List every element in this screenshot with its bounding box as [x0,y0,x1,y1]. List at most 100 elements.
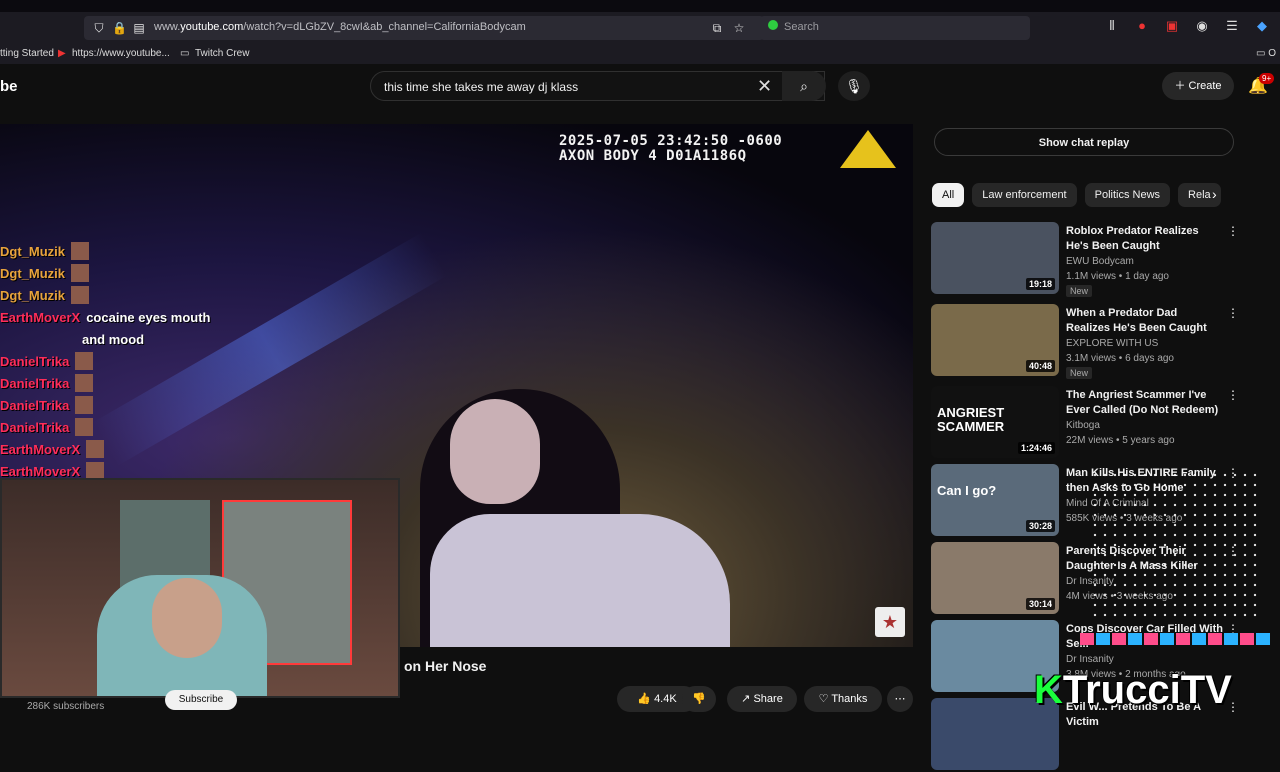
chat-username: DanielTrika [0,397,70,413]
create-button[interactable]: ＋ Create [1162,72,1234,100]
address-bar[interactable]: ⛉ 🔒 ▤ www.youtube.com/watch?v=dLGbZV_8cw… [84,16,764,40]
bookmark-getting-started[interactable]: tting Started [0,48,54,59]
more-actions-button[interactable]: ⋯ [887,686,913,712]
search-button[interactable]: ⌕ [782,71,826,101]
subscribe-button[interactable]: Subscribe [165,690,237,710]
extension-red-icon[interactable]: ● [1134,18,1150,34]
chat-username: EarthMoverX [0,309,81,325]
youtube-search-input[interactable]: this time she takes me away dj klass ✕ [370,71,825,101]
video-thumbnail[interactable]: ANGRIEST SCAMMER 1:24:46 [931,386,1059,458]
chat-message-text: and mood [82,331,145,347]
search-query[interactable]: this time she takes me away dj klass [384,80,578,94]
extension-badge-icon[interactable]: ▣ [1164,18,1180,34]
video-title: on Her Nose [404,658,487,674]
recommended-video-title[interactable]: When a Predator Dad Realizes He's Been C… [1066,306,1224,336]
recommended-video[interactable]: 19:18 Roblox Predator Realizes He's Been … [931,222,1239,297]
thanks-icon: ♡ [818,693,829,705]
translate-icon[interactable]: ⧉ [710,21,724,35]
filter-chips: All Law enforcement Politics News Rela [932,183,1221,207]
video-duration: 30:28 [1025,520,1055,532]
bookmark-youtube[interactable]: https://www.youtube... [72,48,170,59]
browser-search-field[interactable]: Search [760,16,1030,40]
overlay-dot-pattern [1090,470,1260,620]
chat-emote-icon [86,440,105,458]
url-text[interactable]: www.youtube.com/watch?v=dLGbZV_8cwI&ab_c… [154,21,526,33]
chat-message: EarthMoverX cocaine eyes mouth [0,306,210,328]
chat-username: DanielTrika [0,419,70,435]
more-options-icon[interactable]: ⋮ [1227,388,1239,402]
library-icon[interactable]: ⫴ [1104,18,1120,34]
video-subject-body [430,514,730,647]
new-badge: New [1066,285,1093,297]
thanks-button[interactable]: ♡ Thanks [804,686,882,712]
chat-message: DanielTrika [0,350,210,372]
video-duration: 1:24:46 [1017,442,1055,454]
chip-politics-news[interactable]: Politics News [1084,183,1171,207]
chip-all[interactable]: All [932,183,965,207]
thumbnail-text: Can I go? [937,483,997,498]
lock-icon[interactable]: 🔒 [112,21,127,35]
recommended-channel-name[interactable]: EWU Bodycam [1066,256,1134,267]
recommended-channel-name[interactable]: Dr Insanity [1066,654,1114,665]
chat-username: Dgt_Muzik [0,287,65,303]
chat-username: EarthMoverX [0,463,81,479]
video-thumbnail[interactable]: 30:14 [931,542,1059,614]
browser-toolbar: ⛉ 🔒 ▤ www.youtube.com/watch?v=dLGbZV_8cw… [0,0,1280,64]
recommended-channel-name[interactable]: Kitboga [1066,420,1100,431]
video-thumbnail[interactable]: Can I go? 30:28 [931,464,1059,536]
page-icon[interactable]: ▤ [132,21,146,35]
extension-blue-icon[interactable]: ◆ [1254,18,1270,34]
thumbs-down-icon: 👎 [692,693,706,705]
subscriber-count: 286K subscribers [27,701,105,712]
chevron-right-icon[interactable]: › [1212,186,1217,202]
streamer-head [152,578,222,658]
more-icon: ⋯ [894,693,906,705]
chat-username: DanielTrika [0,353,70,369]
recommended-video[interactable]: 40:48 When a Predator Dad Realizes He's B… [931,304,1239,379]
account-icon[interactable]: ◉ [1194,18,1210,34]
channel-watermark-icon[interactable]: ★ [875,607,905,637]
recommended-video[interactable]: ANGRIEST SCAMMER 1:24:46 The Angriest Scam… [931,386,1239,460]
axon-logo-icon [840,130,896,168]
video-thumbnail[interactable]: 19:18 [931,222,1059,294]
truccitv-logo: KTrucciTV [1034,668,1232,712]
chat-emote-icon [75,396,94,414]
recommended-video-title[interactable]: Roblox Predator Realizes He's Been Caugh… [1066,224,1224,254]
chat-message: Dgt_Muzik [0,284,210,306]
video-duration: 30:14 [1025,598,1055,610]
chat-emote-icon [71,286,89,304]
dislike-button[interactable]: 👎 [682,686,716,712]
chat-username: Dgt_Muzik [0,265,65,281]
chat-emote-icon [75,418,94,436]
chat-emote-icon [71,242,89,260]
streamer-webcam [0,478,400,698]
voice-search-button[interactable]: 🎙 [838,71,870,101]
youtube-logo[interactable]: be [0,78,18,95]
chat-username: DanielTrika [0,375,70,391]
recommended-channel-name[interactable]: EXPLORE WITH US [1066,338,1158,349]
more-options-icon[interactable]: ⋮ [1227,306,1239,320]
menu-icon[interactable]: ☰ [1224,18,1240,34]
recommended-video-meta: 22M views • 5 years ago [1066,435,1175,446]
clear-search-icon[interactable]: ✕ [757,76,772,97]
recommended-video-title[interactable]: The Angriest Scammer I've Ever Called (D… [1066,388,1224,418]
video-thumbnail[interactable]: 40:48 [931,304,1059,376]
share-button[interactable]: ↗ Share [727,686,797,712]
show-chat-replay-button[interactable]: Show chat replay [934,128,1234,156]
chat-emote-icon [75,352,94,370]
shield-icon[interactable]: ⛉ [92,21,106,35]
bookmark-star-icon[interactable]: ☆ [732,21,746,35]
thumbnail-text: ANGRIEST SCAMMER [937,405,1005,434]
other-bookmarks-folder-icon[interactable]: ▭ O [1256,48,1276,59]
more-options-icon[interactable]: ⋮ [1227,224,1239,238]
chat-message: DanielTrika [0,416,210,438]
bookmark-twitch-crew[interactable]: Twitch Crew [195,48,249,59]
chat-message: Dgt_Muzik [0,262,210,284]
microphone-icon: 🎙 [845,78,863,94]
search-icon: ⌕ [800,78,808,94]
chat-emote-icon [71,264,89,282]
video-duration: 40:48 [1025,360,1055,372]
chip-law-enforcement[interactable]: Law enforcement [972,183,1077,207]
youtube-icon: ▶ [58,48,66,59]
overlay-stat-bar [1080,633,1270,645]
